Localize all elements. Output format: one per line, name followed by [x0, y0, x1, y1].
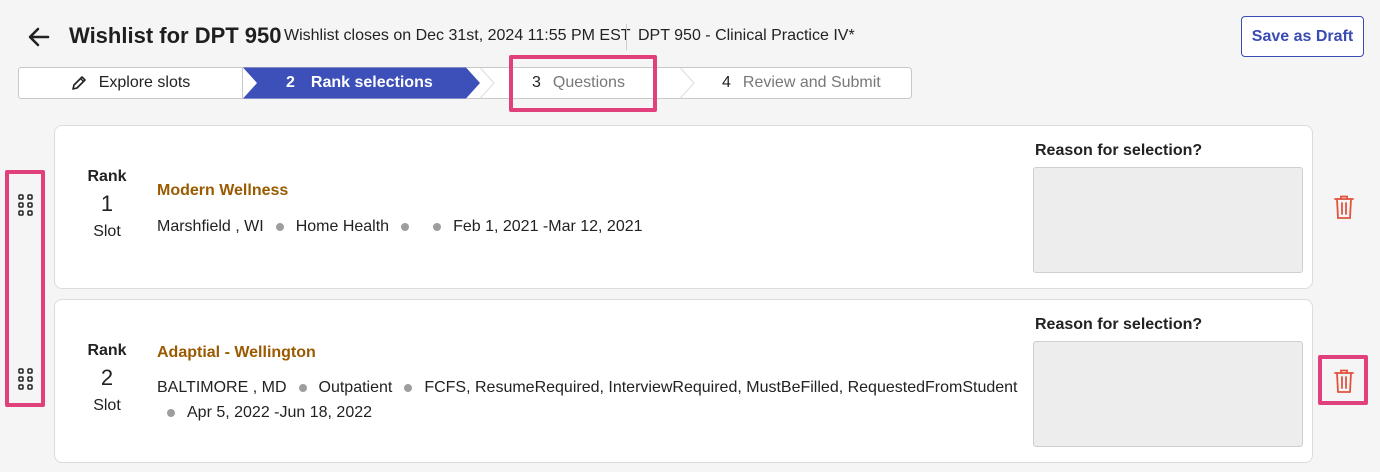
rank-number: 2 — [100, 365, 114, 390]
location-type: Home Health — [295, 218, 390, 235]
step-label: Rank selections — [310, 74, 433, 91]
step-label: Questions — [552, 74, 625, 91]
step-label: Explore slots — [98, 74, 191, 91]
step-number: 4 — [722, 74, 731, 91]
location-name: Modern Wellness — [157, 182, 289, 199]
selection-card: Rank 1 Slot Modern Wellness Marshfield ,… — [54, 125, 1313, 289]
back-arrow-icon[interactable] — [24, 22, 54, 52]
step-number: 3 — [532, 74, 541, 91]
slot-dates: Apr 5, 2022 -Jun 18, 2022 — [187, 404, 373, 421]
rank-label: Rank — [87, 342, 127, 359]
location-tags: FCFS, ResumeRequired, InterviewRequired,… — [424, 379, 1018, 396]
slot-label: Slot — [93, 397, 121, 414]
location-type: Outpatient — [318, 379, 393, 396]
step-questions[interactable]: 3 Questions — [532, 67, 625, 99]
location-name: Adaptial - Wellington — [157, 344, 316, 361]
step-label: Review and Submit — [742, 74, 881, 91]
separator-dot — [298, 384, 307, 392]
save-as-draft-button[interactable]: Save as Draft — [1241, 16, 1364, 57]
step-explore-slots[interactable]: Explore slots — [18, 67, 243, 99]
step-rank-selections[interactable]: 2 Rank selections — [286, 67, 433, 99]
location-city: BALTIMORE , MD — [157, 379, 287, 396]
trash-icon[interactable] — [1332, 194, 1356, 220]
reason-textarea[interactable] — [1033, 167, 1303, 273]
page-title: Wishlist for DPT 950 — [69, 23, 282, 48]
slot-dates: Feb 1, 2021 -Mar 12, 2021 — [453, 218, 643, 235]
reason-label: Reason for selection? — [1035, 142, 1203, 159]
wishlist-close-date: Wishlist closes on Dec 31st, 2024 11:55 … — [284, 27, 631, 44]
pencil-icon — [71, 76, 86, 90]
location-city: Marshfield , WI — [157, 218, 264, 235]
page-header: Wishlist for DPT 950 Wishlist closes on … — [0, 0, 1380, 70]
location-meta: BALTIMORE , MD Outpatient FCFS, ResumeRe… — [157, 379, 1017, 397]
separator-dot — [433, 223, 442, 231]
rank-label: Rank — [87, 168, 127, 185]
step-number: 2 — [286, 74, 295, 91]
step-review-submit[interactable]: 4 Review and Submit — [722, 67, 881, 99]
drag-handle-icon[interactable] — [17, 193, 35, 217]
header-divider — [626, 24, 627, 50]
separator-dot — [401, 223, 410, 231]
drag-handle-icon[interactable] — [17, 367, 35, 391]
slot-dates-row: Apr 5, 2022 -Jun 18, 2022 — [167, 404, 372, 422]
location-meta: Marshfield , WI Home Health Feb 1, 2021 … — [157, 218, 643, 236]
separator-dot — [167, 409, 175, 417]
course-name: DPT 950 - Clinical Practice IV* — [638, 27, 855, 44]
rank-number: 1 — [100, 191, 114, 216]
rank-block: Rank 1 Slot — [77, 168, 137, 241]
rank-block: Rank 2 Slot — [77, 342, 137, 415]
progress-stepper: Explore slots 2 Rank selections 3 Questi… — [18, 67, 912, 99]
reason-label: Reason for selection? — [1035, 316, 1203, 333]
trash-icon[interactable] — [1332, 368, 1356, 394]
slot-label: Slot — [93, 223, 121, 240]
separator-dot — [275, 223, 284, 231]
reason-textarea[interactable] — [1033, 341, 1303, 447]
selection-card: Rank 2 Slot Adaptial - Wellington BALTIM… — [54, 299, 1313, 463]
separator-dot — [404, 384, 413, 392]
